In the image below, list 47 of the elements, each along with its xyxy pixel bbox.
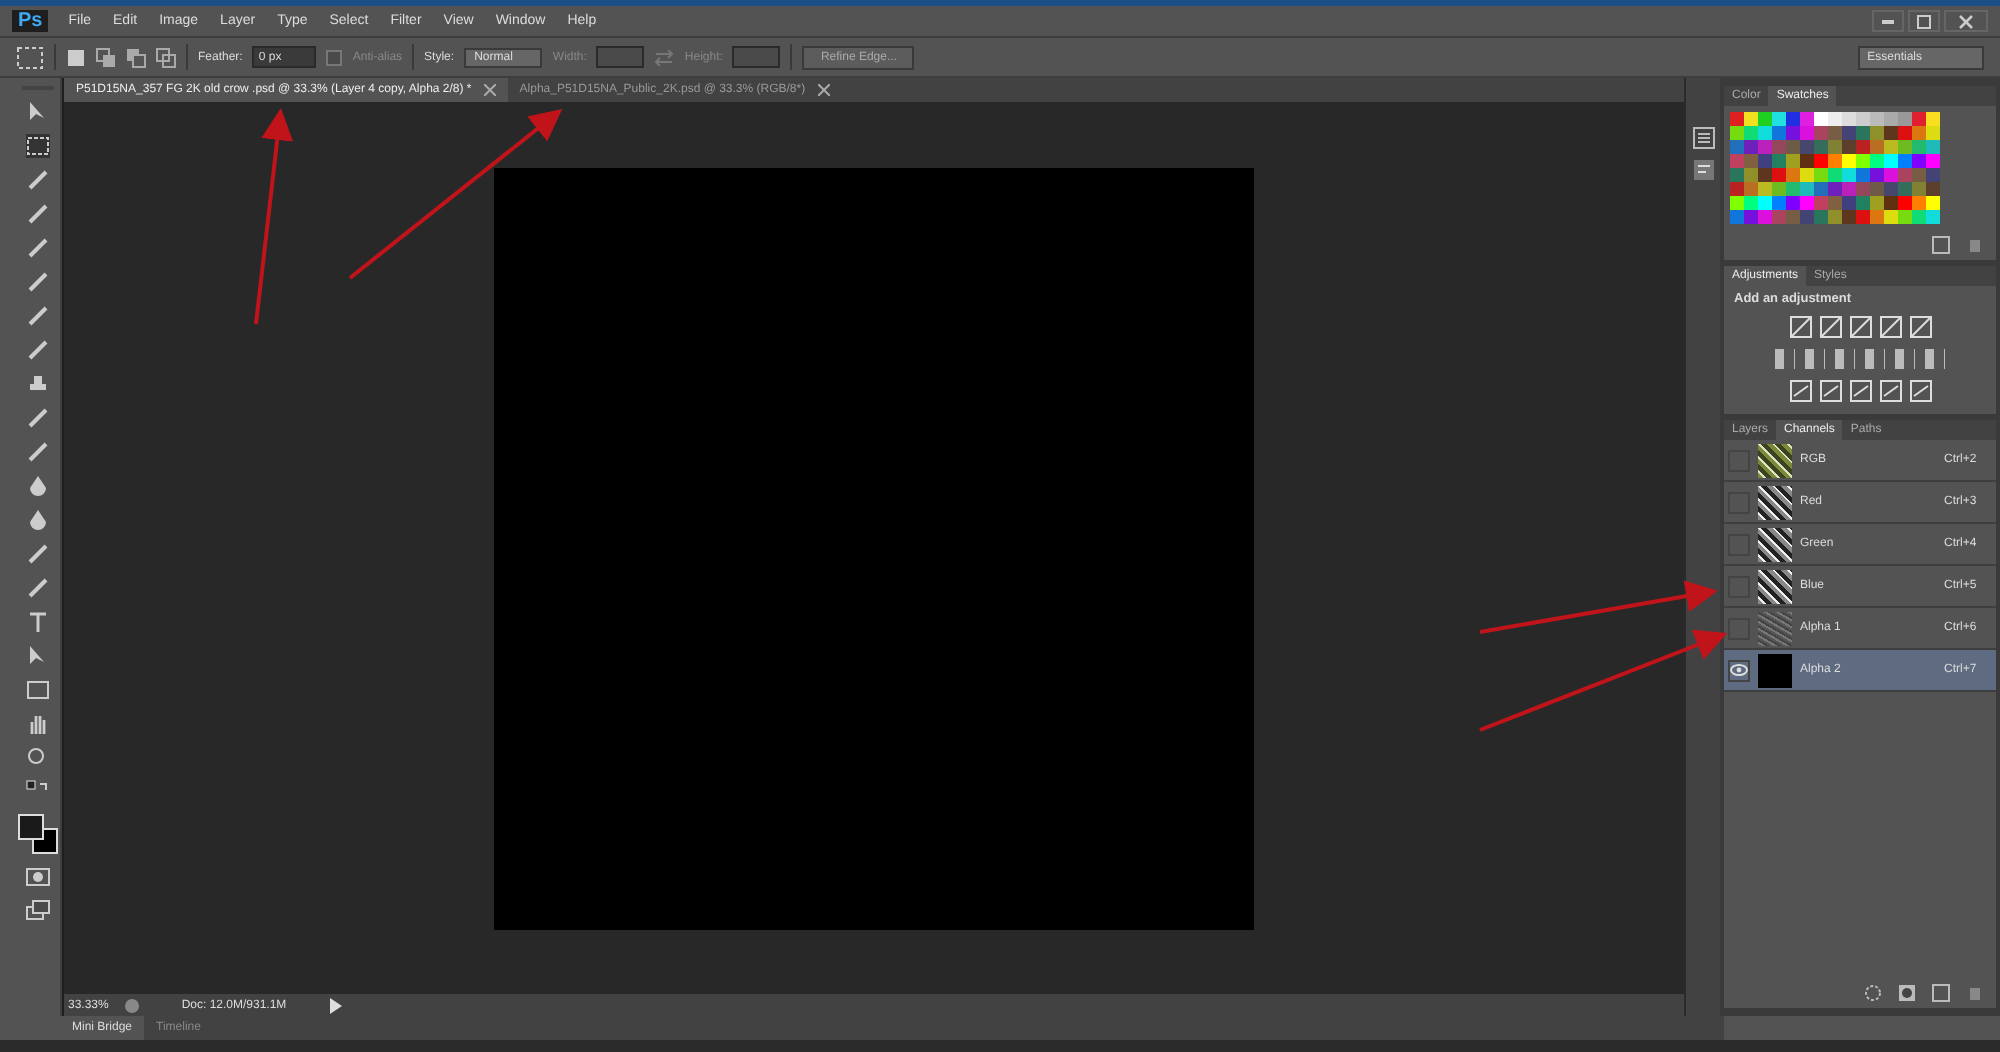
minimize-button[interactable] <box>1872 10 1904 32</box>
adjustment-icon[interactable] <box>1879 316 1901 338</box>
app-logo: Ps <box>12 10 49 32</box>
mask-icon[interactable] <box>1898 984 1916 1002</box>
adjustment-icon[interactable] <box>1909 316 1931 338</box>
adjustment-icon[interactable] <box>1789 380 1811 402</box>
adjustment-icon[interactable] <box>1819 316 1841 338</box>
drop-tool-icon[interactable] <box>26 508 50 532</box>
subtract-selection-icon[interactable] <box>126 47 146 67</box>
type-tool-icon[interactable] <box>26 610 50 634</box>
close-button[interactable] <box>1944 10 1988 32</box>
maximize-button[interactable] <box>1908 10 1940 32</box>
intersect-selection-icon[interactable] <box>156 47 176 67</box>
selection-mode-icon[interactable] <box>66 47 86 67</box>
minimize-icon <box>1882 19 1894 23</box>
adjustment-icon[interactable] <box>1849 380 1871 402</box>
adjustment-icon[interactable] <box>1819 380 1841 402</box>
select-tool-icon[interactable] <box>26 644 50 668</box>
eye-icon <box>1730 664 1748 676</box>
adjustment-icon[interactable] <box>1849 316 1871 338</box>
properties-panel-icon[interactable] <box>1691 158 1715 182</box>
close-icon[interactable] <box>483 84 496 96</box>
dotted-circle-icon[interactable] <box>1864 984 1882 1002</box>
close-icon <box>1958 13 1974 29</box>
play-arrow-icon[interactable] <box>328 997 344 1013</box>
visibility-toggle[interactable] <box>1728 617 1750 639</box>
quick-mask-icon[interactable] <box>26 864 50 888</box>
stamp-tool-icon[interactable] <box>26 372 50 396</box>
screen-mode-icon[interactable] <box>26 898 50 922</box>
maximize-icon <box>1916 13 1932 29</box>
move-tool-icon[interactable] <box>26 100 50 124</box>
rect-tool-icon[interactable] <box>26 678 50 702</box>
new-channel-icon[interactable] <box>1932 984 1950 1002</box>
color-swatches-icon[interactable] <box>18 814 58 854</box>
history-panel-icon[interactable] <box>1691 126 1715 150</box>
new-swatch-icon[interactable] <box>1932 236 1950 254</box>
adjustment-icon[interactable] <box>1789 316 1811 338</box>
adjustment-icon[interactable] <box>1879 380 1901 402</box>
marquee-tool-icon[interactable] <box>16 45 44 69</box>
height-field[interactable] <box>732 46 781 68</box>
marquee-tool-icon[interactable] <box>26 134 50 158</box>
add-selection-icon[interactable] <box>96 47 116 67</box>
close-icon[interactable] <box>817 84 830 96</box>
adjustment-icon[interactable] <box>1909 380 1931 402</box>
zoom-tool-icon[interactable] <box>26 746 50 770</box>
width-field[interactable] <box>596 46 645 68</box>
visibility-toggle[interactable] <box>1728 659 1750 681</box>
